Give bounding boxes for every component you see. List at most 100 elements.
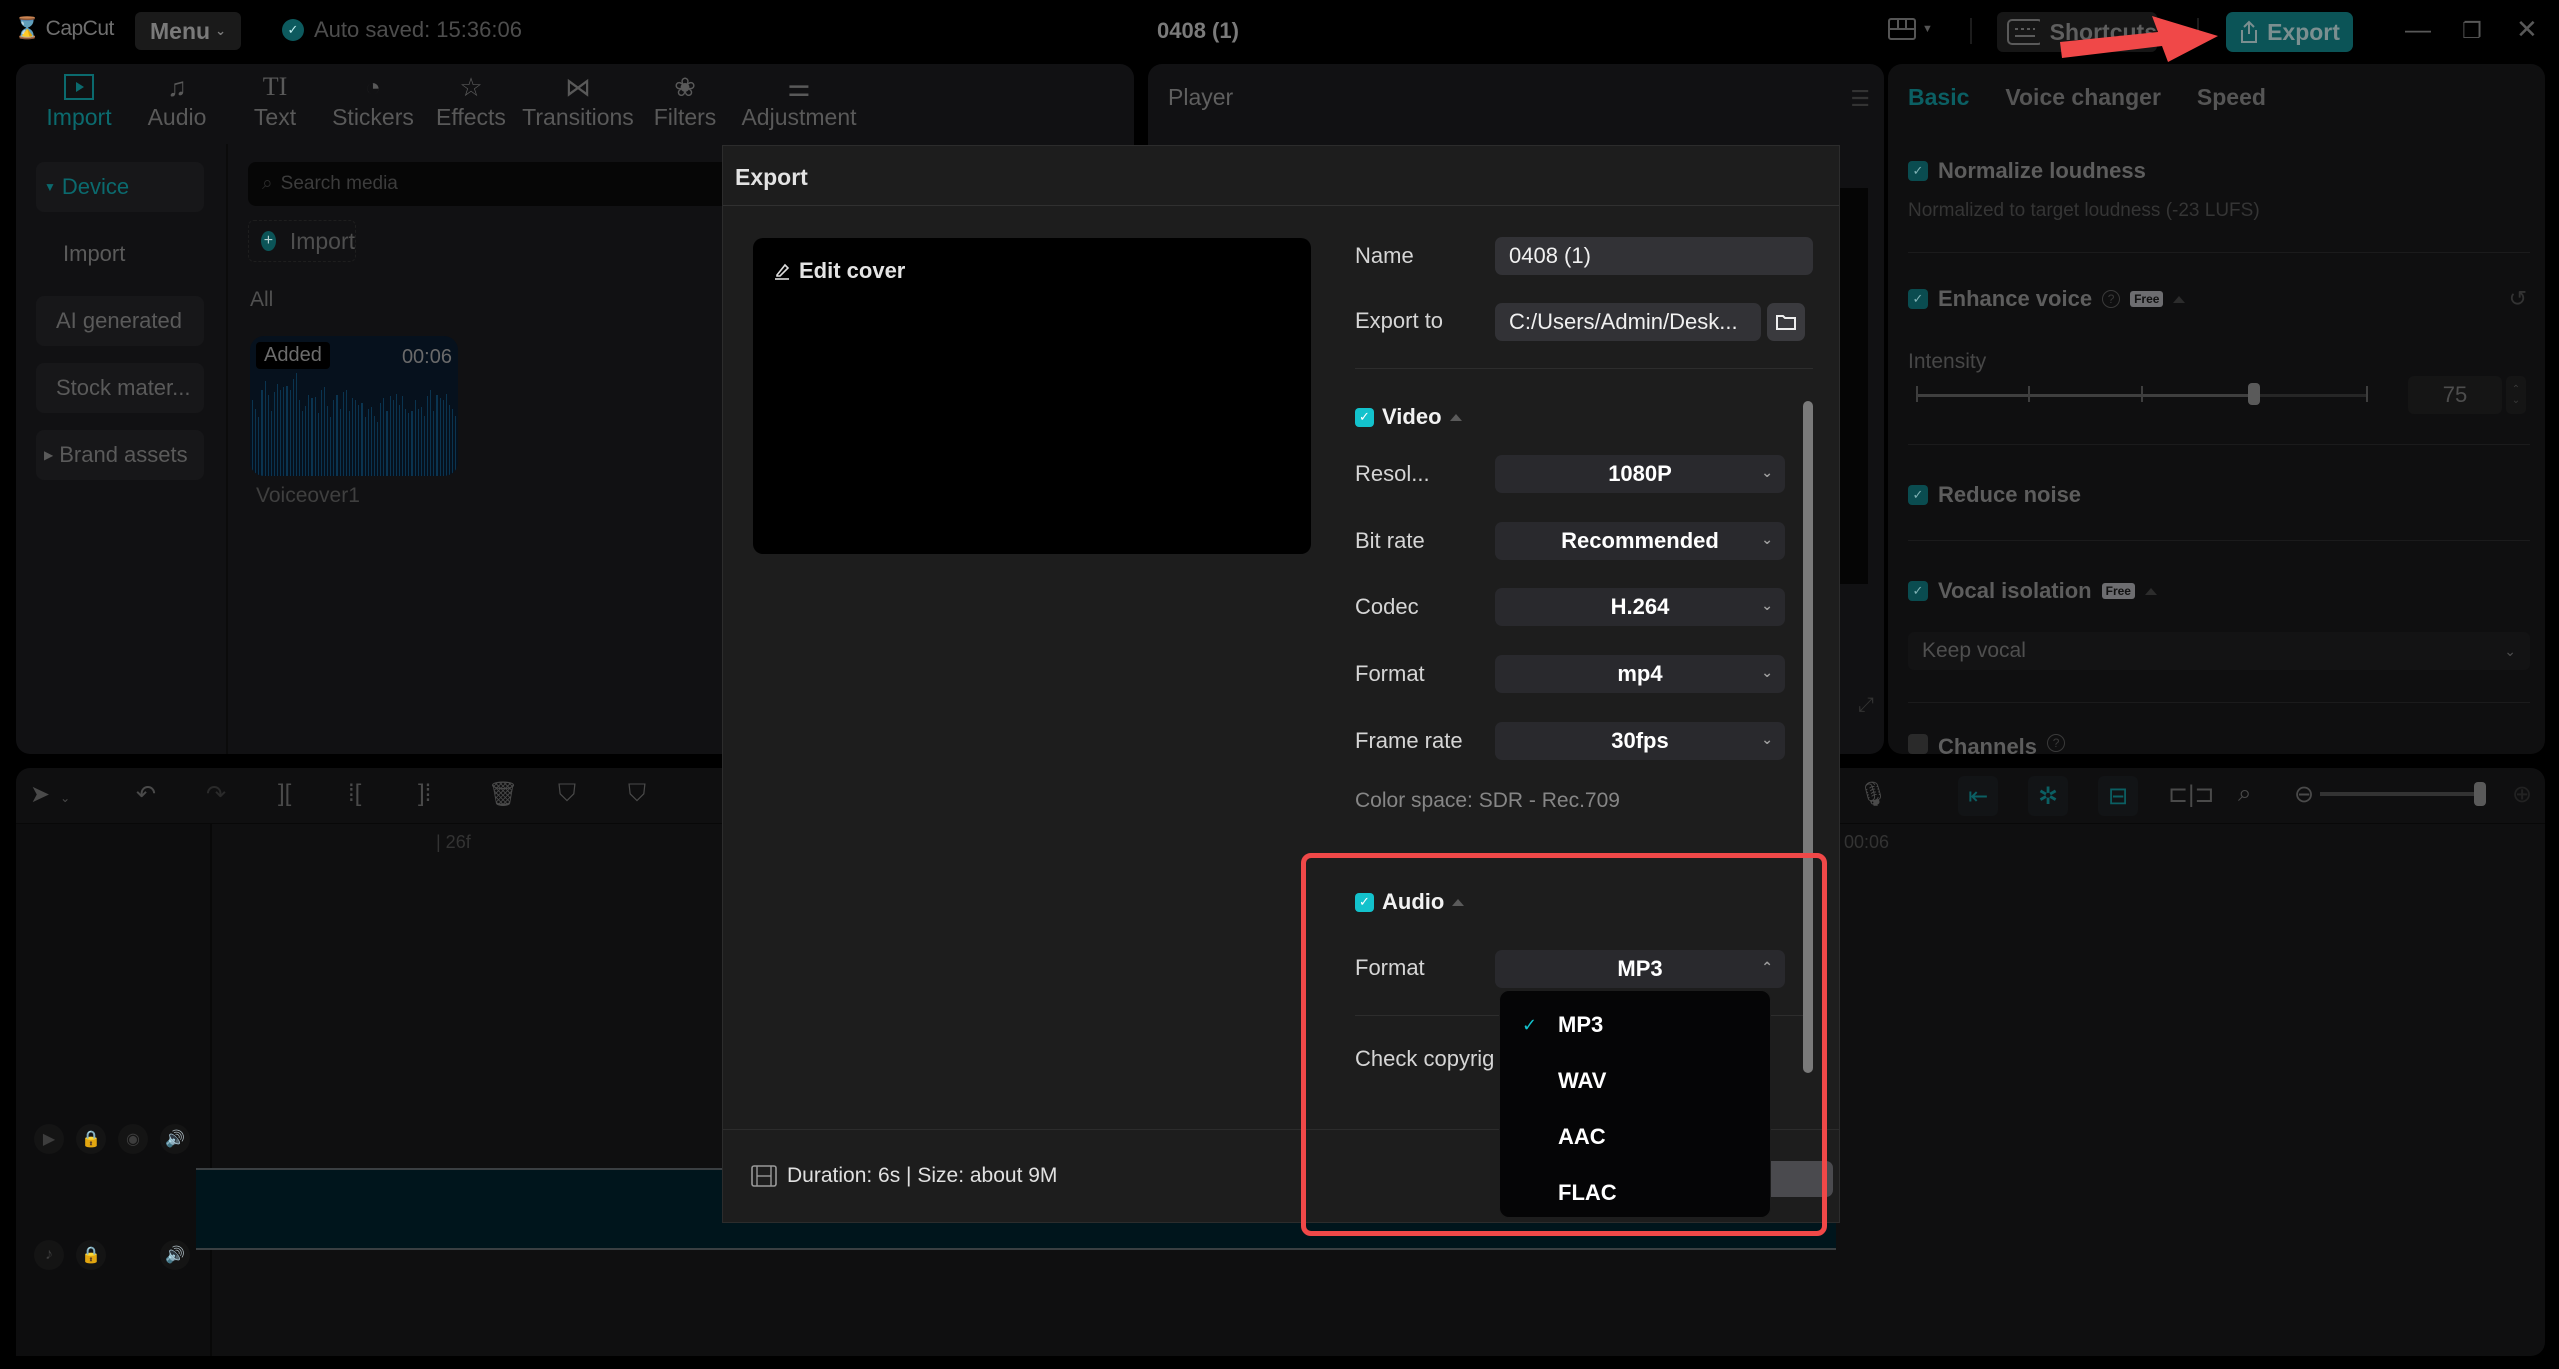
reduce-noise-row: ✓ Reduce noise	[1908, 482, 2081, 508]
timeline-zoom-handle[interactable]	[2474, 782, 2486, 806]
ai-marker-button[interactable]: ⛉	[558, 780, 576, 808]
edit-cover-button[interactable]: Edit cover	[773, 258, 905, 284]
undo-button[interactable]: ↶	[136, 780, 156, 809]
divider	[1355, 368, 1813, 369]
bitrate-label: Bit rate	[1355, 528, 1425, 553]
zoom-in-button[interactable]: ⊕	[2512, 780, 2532, 809]
zoom-to-fit-button[interactable]: ⌕	[2238, 780, 2251, 808]
delete-button[interactable]: 🗑	[488, 780, 518, 809]
player-menu-button[interactable]: ☰	[1850, 86, 1870, 112]
lock-icon[interactable]: 🔒	[76, 1124, 106, 1154]
intensity-value-input[interactable]: 75	[2408, 376, 2502, 414]
collapse-caret-icon[interactable]	[2173, 295, 2186, 303]
sidebar-item-stock-material[interactable]: Stock mater...	[36, 363, 204, 413]
intensity-slider-handle[interactable]	[2247, 383, 2260, 405]
close-window-button[interactable]: ✕	[2516, 14, 2538, 45]
video-format-select[interactable]: mp4 ⌄	[1495, 655, 1785, 693]
select-tool-button[interactable]: ➤ ⌄	[30, 780, 70, 809]
codec-select[interactable]: H.264 ⌄	[1495, 588, 1785, 626]
tab-adjustment[interactable]: ⚌ Adjustment	[734, 64, 864, 144]
enhance-voice-checkbox[interactable]: ✓	[1908, 289, 1928, 309]
restore-button[interactable]: ❐	[2462, 18, 2482, 44]
frame-rate-select[interactable]: 30fps ⌄	[1495, 722, 1785, 760]
waveform-bar	[370, 406, 372, 476]
split-right-button[interactable]: ]⁞	[418, 780, 431, 808]
collapse-caret-icon[interactable]	[2144, 587, 2157, 595]
collapse-caret-icon[interactable]	[1449, 413, 1462, 421]
waveform-bar	[364, 416, 366, 476]
record-voice-button[interactable]: 🎙	[1858, 780, 1888, 809]
speaker-icon[interactable]: 🔊	[160, 1124, 190, 1154]
trash-icon: 🗑	[488, 781, 519, 808]
tab-speed[interactable]: Speed	[2197, 84, 2266, 111]
tab-effects[interactable]: ☆ Effects	[422, 64, 520, 144]
reduce-noise-checkbox[interactable]: ✓	[1908, 485, 1928, 505]
preview-axis-button[interactable]: ⊏|⊐	[2168, 780, 2214, 809]
help-icon[interactable]: ?	[2102, 290, 2121, 308]
intensity-stepper[interactable]: ⌃ ⌄	[2506, 376, 2526, 414]
sidebar-item-import[interactable]: Import	[36, 229, 204, 279]
cover-preview[interactable]: Edit cover	[753, 238, 1311, 554]
help-icon[interactable]: ?	[2047, 734, 2066, 752]
timeline-zoom-slider[interactable]	[2320, 792, 2480, 796]
tab-voice-changer[interactable]: Voice changer	[2005, 84, 2161, 111]
export-button[interactable]: Export	[2226, 12, 2353, 52]
tab-audio[interactable]: ♫ Audio	[128, 64, 226, 144]
waveform-bar	[267, 395, 269, 476]
audio-checkbox[interactable]: ✓	[1355, 892, 1374, 912]
waveform-bar	[336, 395, 338, 476]
video-checkbox[interactable]: ✓	[1355, 407, 1374, 427]
dropdown-option-wav[interactable]: WAV	[1500, 1053, 1772, 1109]
import-media-button[interactable]: + Import	[248, 220, 356, 262]
dialog-scrollbar[interactable]	[1803, 401, 1813, 1073]
collapse-caret-icon[interactable]	[1452, 898, 1465, 906]
bitrate-select[interactable]: Recommended ⌄	[1495, 522, 1785, 560]
sidebar-item-brand-assets[interactable]: ▶ Brand assets	[36, 430, 204, 480]
lock-icon[interactable]: 🔒	[76, 1240, 106, 1270]
split-button[interactable]: ][	[278, 780, 291, 808]
redo-button[interactable]: ↷	[206, 780, 226, 809]
menu-button[interactable]: Menu ⌄	[135, 12, 241, 50]
tab-stickers[interactable]: ◔ Stickers	[324, 64, 422, 144]
normalize-loudness-checkbox[interactable]: ✓	[1908, 161, 1928, 181]
dialog-export-button[interactable]	[1763, 1161, 1833, 1197]
layout-button[interactable]: ▼	[1888, 18, 1933, 40]
sidebar-item-ai-generated[interactable]: AI generated	[36, 296, 204, 346]
dropdown-option-mp3[interactable]: ✓ MP3	[1500, 997, 1772, 1053]
waveform-bar	[386, 411, 388, 476]
chevron-up-icon: ⌃	[1761, 959, 1773, 975]
zoom-out-button[interactable]: ⊖	[2294, 780, 2314, 809]
eye-icon[interactable]: ◉	[118, 1124, 148, 1154]
audio-format-select[interactable]: MP3 ⌃	[1495, 950, 1785, 988]
linkage-button[interactable]: ⊟	[2098, 776, 2138, 816]
tab-text[interactable]: TI Text	[226, 64, 324, 144]
dropdown-option-aac[interactable]: AAC	[1500, 1109, 1772, 1165]
main-track-magnet-button[interactable]: ⇤	[1958, 776, 1998, 816]
split-left-button[interactable]: ⁞[	[348, 780, 361, 808]
chevron-down-icon: ⌄	[2504, 642, 2516, 659]
auto-snap-button[interactable]: ✲	[2028, 776, 2068, 816]
minimize-button[interactable]: —	[2405, 14, 2431, 45]
resolution-select[interactable]: 1080P ⌄	[1495, 455, 1785, 493]
reset-button[interactable]: ↺	[2509, 286, 2527, 312]
name-input[interactable]: 0408 (1)	[1495, 237, 1813, 275]
waveform-bar	[389, 396, 391, 476]
browse-folder-button[interactable]	[1767, 303, 1805, 341]
tab-import[interactable]: Import	[30, 64, 128, 144]
vocal-isolation-select[interactable]: Keep vocal ⌄	[1908, 632, 2530, 670]
vocal-isolation-checkbox[interactable]: ✓	[1908, 581, 1928, 601]
marker-button[interactable]: ⛉	[628, 780, 646, 808]
stickers-icon: ◔	[365, 71, 381, 102]
tab-basic[interactable]: Basic	[1908, 84, 1969, 111]
tab-transitions[interactable]: ⋈ Transitions	[520, 64, 636, 144]
media-item[interactable]: Added 00:06	[250, 336, 458, 476]
fullscreen-button[interactable]: ⤢	[1858, 694, 1874, 717]
channels-checkbox[interactable]	[1908, 734, 1928, 754]
dropdown-option-flac[interactable]: FLAC	[1500, 1165, 1772, 1221]
sidebar-item-device[interactable]: ▼ Device	[36, 162, 204, 212]
tab-filters[interactable]: ❀ Filters	[636, 64, 734, 144]
speaker-icon[interactable]: 🔊	[160, 1240, 190, 1270]
split-left-icon: ⁞[	[348, 780, 362, 807]
slider-tick	[2366, 386, 2368, 402]
export-path-input[interactable]: C:/Users/Admin/Desk...	[1495, 303, 1761, 341]
